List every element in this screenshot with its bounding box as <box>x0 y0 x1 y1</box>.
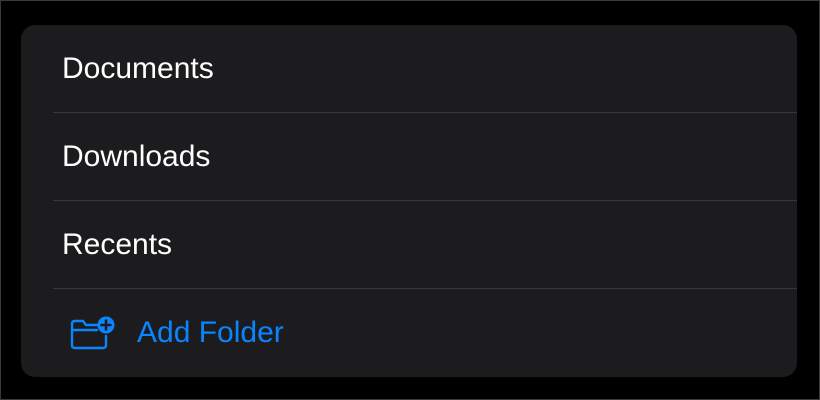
menu-item-label: Downloads <box>62 140 211 173</box>
menu-item-label: Recents <box>62 228 173 261</box>
folder-menu: Documents Downloads Recents Add Folder <box>21 25 797 377</box>
menu-item-label: Documents <box>62 52 214 85</box>
add-folder-button[interactable]: Add Folder <box>21 289 797 377</box>
folder-badge-plus-icon <box>69 316 115 350</box>
add-folder-label: Add Folder <box>137 316 284 349</box>
menu-item-documents[interactable]: Documents <box>21 25 797 113</box>
window-frame: Documents Downloads Recents Add Folder <box>0 0 820 400</box>
menu-item-downloads[interactable]: Downloads <box>21 113 797 201</box>
menu-item-recents[interactable]: Recents <box>21 201 797 289</box>
